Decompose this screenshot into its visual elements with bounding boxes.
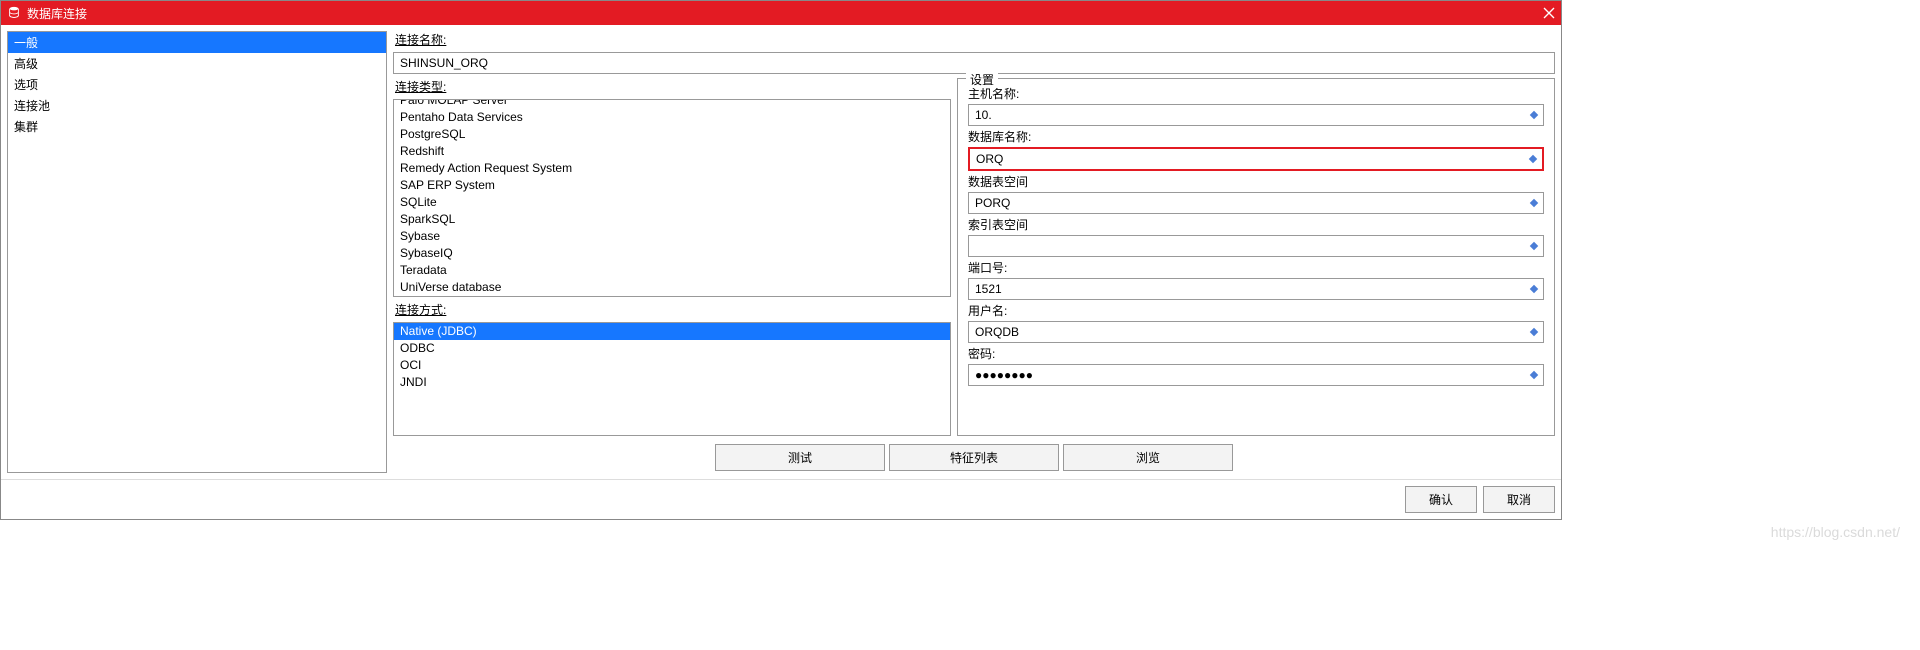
sidebar-item-0[interactable]: 一般 [8, 32, 386, 53]
dbname-input[interactable] [970, 149, 1527, 169]
variable-icon[interactable] [1528, 369, 1540, 381]
connection-type-item[interactable]: SparkSQL [394, 211, 950, 228]
connection-name-label: 连接名称: [393, 31, 1555, 48]
dialog-footer: 确认 取消 [1, 479, 1561, 519]
settings-field-password: 密码: [968, 345, 1544, 386]
database-icon [7, 6, 21, 20]
connection-type-item[interactable]: UniVerse database [394, 279, 950, 296]
dbname-label: 数据库名称: [968, 128, 1544, 145]
connection-type-item[interactable]: Teradata [394, 262, 950, 279]
main-panel: 连接名称: 连接类型: OracleOracle RDBPalo MOLAP S… [393, 31, 1555, 473]
connection-type-item[interactable]: Palo MOLAP Server [394, 99, 950, 109]
close-icon [1543, 7, 1555, 19]
settings-legend: 设置 [966, 71, 998, 88]
connection-type-item[interactable]: Remedy Action Request System [394, 160, 950, 177]
test-button[interactable]: 测试 [715, 444, 885, 471]
variable-icon[interactable] [1528, 240, 1540, 252]
access-method-item[interactable]: JNDI [394, 374, 950, 391]
connection-type-item[interactable]: PostgreSQL [394, 126, 950, 143]
port-input[interactable] [969, 279, 1528, 299]
password-label: 密码: [968, 345, 1544, 362]
action-buttons: 测试 特征列表 浏览 [393, 440, 1555, 473]
password-input[interactable] [969, 365, 1528, 385]
watermark: https://blog.csdn.net/ [1771, 524, 1900, 540]
access-method-list[interactable]: Native (JDBC)ODBCOCIJNDI [393, 322, 951, 436]
titlebar[interactable]: 数据库连接 [1, 1, 1561, 25]
sidebar-item-1[interactable]: 高级 [8, 53, 386, 74]
connection-type-list[interactable]: OracleOracle RDBPalo MOLAP ServerPentaho… [393, 99, 951, 297]
settings-field-port: 端口号: [968, 259, 1544, 300]
variable-icon[interactable] [1528, 326, 1540, 338]
user-input[interactable] [969, 322, 1528, 342]
feature-list-button[interactable]: 特征列表 [889, 444, 1059, 471]
user-label: 用户名: [968, 302, 1544, 319]
cancel-button[interactable]: 取消 [1483, 486, 1555, 513]
access-method-label: 连接方式: [393, 301, 951, 318]
hostname-input[interactable] [969, 105, 1528, 125]
connection-type-item[interactable]: SAP ERP System [394, 177, 950, 194]
access-method-item[interactable]: Native (JDBC) [394, 323, 950, 340]
window-title: 数据库连接 [27, 5, 1523, 22]
settings-field-hostname: 主机名称: [968, 85, 1544, 126]
settings-field-data_ts: 数据表空间 [968, 173, 1544, 214]
variable-icon[interactable] [1528, 197, 1540, 209]
settings-group: 设置 主机名称:数据库名称:数据表空间索引表空间端口号:用户名:密码: [957, 78, 1555, 436]
dialog-window: 数据库连接 一般高级选项连接池集群 连接名称: 连接类型: OracleOrac… [0, 0, 1562, 520]
settings-field-user: 用户名: [968, 302, 1544, 343]
settings-field-dbname: 数据库名称: [968, 128, 1544, 171]
hostname-label: 主机名称: [968, 85, 1544, 102]
sidebar-item-2[interactable]: 选项 [8, 74, 386, 95]
connection-type-item[interactable]: Redshift [394, 143, 950, 160]
connection-type-label: 连接类型: [393, 78, 951, 95]
connection-type-item[interactable]: Pentaho Data Services [394, 109, 950, 126]
variable-icon[interactable] [1528, 283, 1540, 295]
index_ts-input[interactable] [969, 236, 1528, 256]
sidebar: 一般高级选项连接池集群 [7, 31, 387, 473]
connection-type-item[interactable]: SybaseIQ [394, 245, 950, 262]
sidebar-item-4[interactable]: 集群 [8, 116, 386, 137]
port-label: 端口号: [968, 259, 1544, 276]
sidebar-item-3[interactable]: 连接池 [8, 95, 386, 116]
connection-type-item[interactable]: SQLite [394, 194, 950, 211]
access-method-item[interactable]: ODBC [394, 340, 950, 357]
close-button[interactable] [1523, 1, 1555, 25]
content-area: 一般高级选项连接池集群 连接名称: 连接类型: OracleOracle RDB… [1, 25, 1561, 479]
variable-icon[interactable] [1528, 109, 1540, 121]
index_ts-label: 索引表空间 [968, 216, 1544, 233]
connection-type-item[interactable]: Sybase [394, 228, 950, 245]
data_ts-label: 数据表空间 [968, 173, 1544, 190]
ok-button[interactable]: 确认 [1405, 486, 1477, 513]
browse-button[interactable]: 浏览 [1063, 444, 1233, 471]
access-method-item[interactable]: OCI [394, 357, 950, 374]
variable-icon[interactable] [1527, 153, 1539, 165]
settings-field-index_ts: 索引表空间 [968, 216, 1544, 257]
data_ts-input[interactable] [969, 193, 1528, 213]
